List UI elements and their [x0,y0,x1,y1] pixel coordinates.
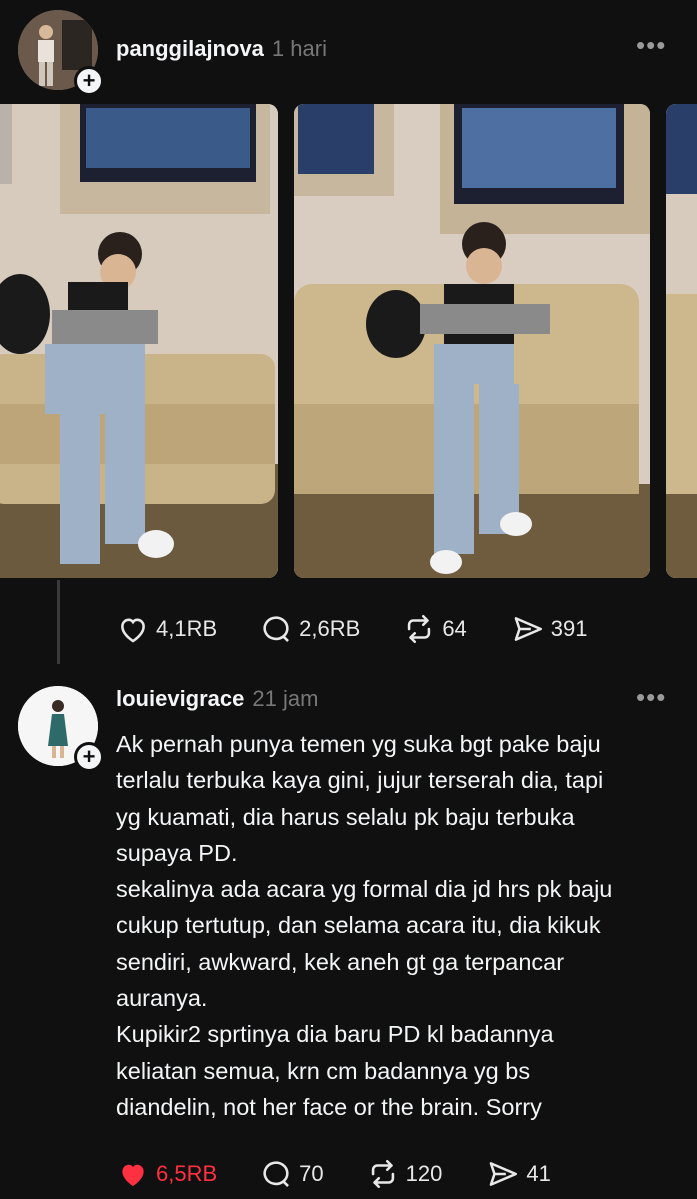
share-button[interactable]: 41 [486,1157,551,1191]
repost-button[interactable]: 64 [402,612,467,646]
post-header: panggilajnova 1 hari [116,36,327,62]
follow-plus-icon[interactable]: + [74,742,104,772]
reply-count: 2,6RB [299,616,361,641]
post-time: 1 hari [271,36,327,61]
post-actions: 4,1RB 2,6RB 64 391 [116,612,588,646]
more-icon[interactable]: ••• [636,30,666,61]
follow-plus-icon[interactable]: + [74,66,104,96]
like-button[interactable]: 6,5RB [116,1157,217,1191]
reply-count: 70 [299,1161,324,1186]
heart-icon [122,1164,144,1187]
post-image-1[interactable] [0,104,278,578]
repost-count: 64 [442,616,467,641]
repost-icon [371,1159,394,1189]
post-image-3[interactable] [666,104,697,578]
like-count: 4,1RB [156,616,218,641]
post-username[interactable]: panggilajnova [116,36,264,61]
share-icon [490,1162,518,1186]
reply-button[interactable]: 2,6RB [259,612,360,646]
comment-icon [263,616,290,642]
reply-time: 21 jam [252,686,319,711]
like-button[interactable]: 4,1RB [116,612,217,646]
share-count: 41 [526,1161,551,1186]
more-icon[interactable]: ••• [636,682,666,713]
post-image-2[interactable] [294,104,650,578]
thread-line [57,580,60,664]
share-button[interactable]: 391 [511,612,588,646]
share-count: 391 [550,616,588,641]
repost-button[interactable]: 120 [366,1157,443,1191]
comment-icon [263,1161,290,1187]
reply-username[interactable]: louievigrace [116,686,244,711]
repost-count: 120 [405,1161,443,1186]
like-count: 6,5RB [156,1161,218,1186]
reply-header: louievigrace 21 jam [116,686,318,712]
share-icon [514,617,542,641]
reply-button[interactable]: 70 [259,1157,324,1191]
photo-partial [666,104,697,578]
photo-woman-sitting [0,104,278,578]
reply-text: Ak pernah punya temen yg suka bgt pake b… [116,731,613,1120]
photo-woman-sitting-2 [294,104,650,578]
reply-actions: 6,5RB 70 120 41 [116,1157,551,1191]
heart-icon [121,618,145,643]
repost-icon [408,614,431,644]
